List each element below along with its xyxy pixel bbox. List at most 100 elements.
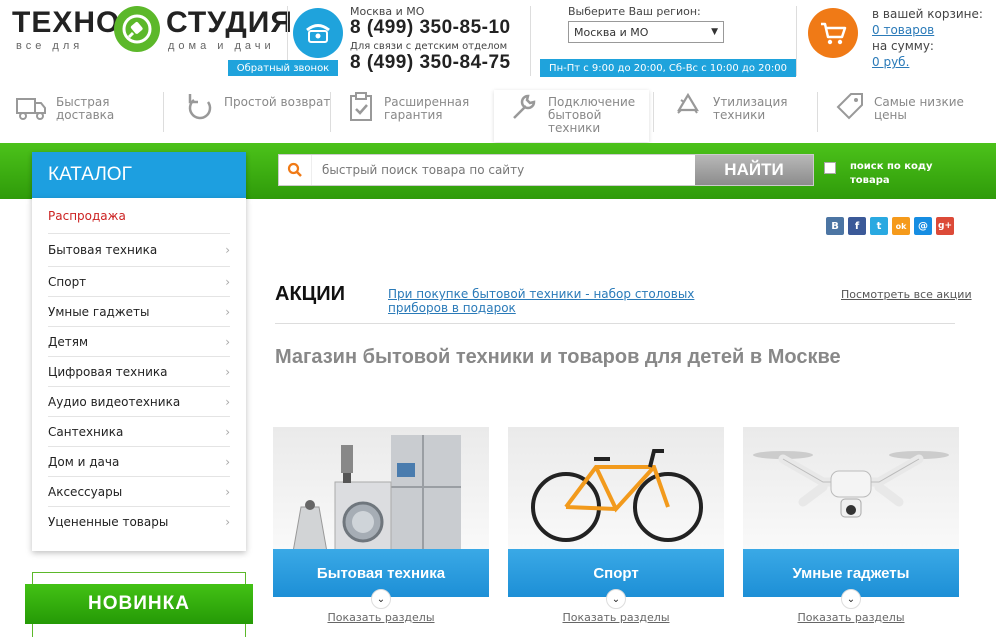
appliances-image <box>292 435 461 553</box>
catalog-item-label: Детям <box>48 334 89 349</box>
category-card-gadgets[interactable]: Умные гаджеты ⌄ <box>743 427 959 609</box>
chevron-right-icon: › <box>225 515 230 529</box>
kids-department-label: Для связи с детским отделом <box>350 41 508 52</box>
feature-easy-return[interactable]: Простой возврат <box>170 90 330 142</box>
feature-label: Простой возврат <box>224 95 331 109</box>
catalog-item-label: Аксессуары <box>48 484 123 499</box>
chevron-right-icon: › <box>225 243 230 257</box>
feature-label: Подключение бытовой техники <box>548 95 636 135</box>
catalog-item-label: Уцененные товары <box>48 515 169 529</box>
feature-label: Расширенная гарантия <box>384 95 470 122</box>
chevron-right-icon: › <box>225 394 230 409</box>
google-plus-icon[interactable]: g+ <box>936 217 954 235</box>
callback-button[interactable]: Обратный звонок <box>228 60 338 76</box>
catalog-menu: Распродажа Бытовая техника › Спорт › Умные… <box>32 198 246 551</box>
feature-extended-warranty[interactable]: Расширенная гарантия <box>332 90 492 142</box>
catalog-item-label: Спорт <box>48 274 87 289</box>
region-select[interactable]: Москва и МО ▼ <box>568 21 724 43</box>
divider <box>796 6 797 76</box>
feature-installation[interactable]: Подключение бытовой техники <box>494 90 649 142</box>
catalog-item-label: Сантехника <box>48 424 124 439</box>
plug-logo-icon[interactable] <box>114 6 160 52</box>
catalog-item-audio-video[interactable]: Аудио видеотехника › <box>48 387 230 417</box>
page-title: Магазин бытовой техники и товаров для де… <box>275 346 841 368</box>
phone-main[interactable]: 8 (499) 350-85-10 <box>350 17 511 39</box>
promotions-title: АКЦИИ <box>275 283 346 305</box>
chevron-right-icon: › <box>225 454 230 469</box>
search-box: быстрый поиск товара по сайту НАЙТИ <box>278 154 814 186</box>
catalog-item-sale[interactable]: Распродажа <box>48 198 230 234</box>
truck-icon <box>14 90 48 128</box>
logo-text-right[interactable]: СТУДИЯ <box>166 6 293 40</box>
logo-subtitle-right: дома и дачи <box>168 40 275 52</box>
catalog-item-home-garden[interactable]: Дом и дача › <box>48 447 230 477</box>
catalog-item-label: Дом и дача <box>48 454 120 469</box>
cart-label: в вашей корзине: <box>872 7 983 21</box>
catalog-item-plumbing[interactable]: Сантехника › <box>48 417 230 447</box>
catalog-item-label: Распродажа <box>48 208 126 223</box>
search-by-code-checkbox[interactable] <box>824 162 836 174</box>
cart-icon[interactable] <box>808 8 858 58</box>
feature-lowest-prices[interactable]: Самые низкие цены <box>820 90 990 142</box>
feature-label: Утилизация техники <box>713 95 788 122</box>
cart-sum-link[interactable]: 0 руб. <box>872 54 983 70</box>
chevron-right-icon: › <box>225 274 230 289</box>
show-sections-link[interactable]: Показать разделы <box>508 611 724 624</box>
divider <box>275 323 955 324</box>
phone-kids[interactable]: 8 (499) 350-84-75 <box>350 52 511 74</box>
feature-label: Быстрая доставка <box>56 95 115 122</box>
twitter-icon[interactable]: t <box>870 217 888 235</box>
price-tag-icon <box>834 90 866 128</box>
all-promotions-link[interactable]: Посмотреть все акции <box>841 288 972 301</box>
catalog-item-digital[interactable]: Цифровая техника › <box>48 357 230 387</box>
divider <box>163 92 164 132</box>
chevron-right-icon: › <box>225 364 230 379</box>
search-button[interactable]: НАЙТИ <box>695 155 813 185</box>
region-select-value: Москва и МО <box>574 25 649 39</box>
category-card-appliances[interactable]: Бытовая техника ⌄ <box>273 427 489 609</box>
catalog-header[interactable]: КАТАЛОГ <box>32 152 246 198</box>
divider <box>530 6 531 76</box>
facebook-icon[interactable]: f <box>848 217 866 235</box>
divider <box>653 92 654 132</box>
chevron-down-icon[interactable]: ⌄ <box>371 589 391 609</box>
vk-icon[interactable]: B <box>826 217 844 235</box>
logo-text-left[interactable]: ТЕХНО <box>12 6 120 40</box>
region-select-label: Выберите Ваш регион: <box>568 5 701 18</box>
search-icon[interactable] <box>279 162 311 178</box>
search-by-code-label[interactable]: поиск по коду товара <box>850 160 940 188</box>
catalog-item-accessories[interactable]: Аксессуары › <box>48 477 230 507</box>
show-sections-link[interactable]: Показать разделы <box>743 611 959 624</box>
clipboard-check-icon <box>346 90 376 128</box>
chevron-down-icon[interactable]: ⌄ <box>841 589 861 609</box>
phone-icon <box>293 8 343 58</box>
return-icon <box>184 90 216 128</box>
chevron-right-icon: › <box>225 304 230 319</box>
recycle-icon <box>671 90 705 128</box>
cart-sum-label: на сумму: <box>872 39 934 53</box>
catalog-item-sport[interactable]: Спорт › <box>48 267 230 297</box>
mailru-icon[interactable]: @ <box>914 217 932 235</box>
catalog-item-label: Цифровая техника <box>48 364 168 379</box>
chevron-down-icon[interactable]: ⌄ <box>606 589 626 609</box>
promotion-link[interactable]: При покупке бытовой техники - набор стол… <box>388 287 698 315</box>
logo-subtitle-left: все для <box>16 40 84 52</box>
new-products-banner[interactable]: НОВИНКА <box>25 584 253 624</box>
catalog-item-label: Умные гаджеты <box>48 304 150 319</box>
catalog-item-label: Аудио видеотехника <box>48 394 181 409</box>
dropdown-arrow-icon: ▼ <box>711 27 718 37</box>
catalog-item-appliances[interactable]: Бытовая техника › <box>48 234 230 267</box>
feature-recycling[interactable]: Утилизация техники <box>657 90 817 142</box>
catalog-item-discounted[interactable]: Уцененные товары › <box>48 507 230 537</box>
catalog-item-gadgets[interactable]: Умные гаджеты › <box>48 297 230 327</box>
search-input[interactable]: быстрый поиск товара по сайту <box>311 155 695 185</box>
catalog-item-kids[interactable]: Детям › <box>48 327 230 357</box>
working-hours: Пн-Пт с 9:00 до 20:00, Сб-Вс с 10:00 до … <box>540 59 796 77</box>
feature-fast-delivery[interactable]: Быстрая доставка <box>0 90 163 142</box>
odnoklassniki-icon[interactable]: ok <box>892 217 910 235</box>
show-sections-link[interactable]: Показать разделы <box>273 611 489 624</box>
chevron-right-icon: › <box>225 334 230 349</box>
cart-items-link[interactable]: 0 товаров <box>872 22 983 38</box>
divider <box>330 92 331 132</box>
category-card-sport[interactable]: Спорт ⌄ <box>508 427 724 609</box>
